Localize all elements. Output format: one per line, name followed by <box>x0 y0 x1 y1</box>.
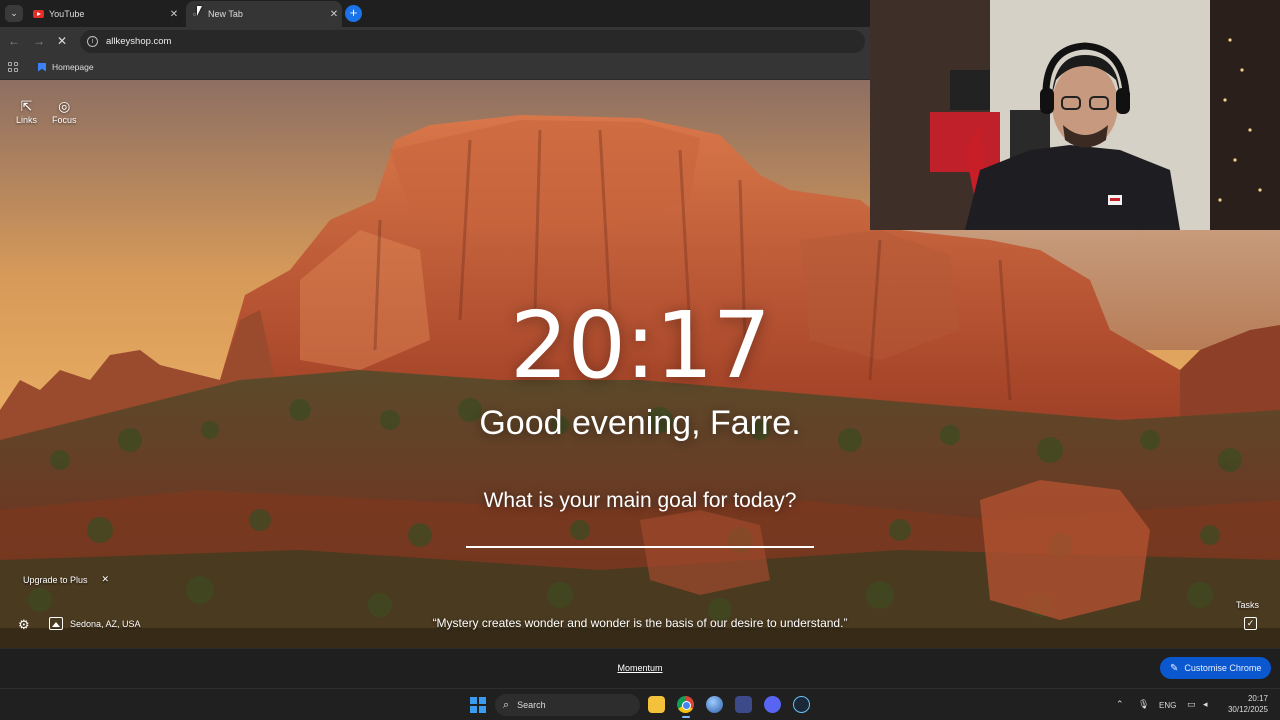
new-tab-footer: Momentum ✎ Customise Chrome <box>0 648 1280 688</box>
stop-loading-button[interactable]: ✕ <box>57 34 67 48</box>
tab-label: YouTube <box>49 9 85 19</box>
focus-button[interactable]: ◎ Focus <box>52 98 77 125</box>
extension-attribution-link[interactable]: Momentum <box>590 663 690 673</box>
microphone-icon[interactable]: 🎙 <box>1138 699 1149 710</box>
browser-toolbar: ← → ✕ i allkeyshop.com <box>0 27 870 56</box>
customise-label: Customise Chrome <box>1184 663 1262 673</box>
external-link-icon: ⇱ <box>20 98 33 114</box>
search-label: Search <box>517 700 546 710</box>
tab-youtube[interactable]: YouTube ✕ <box>26 1 182 27</box>
back-button[interactable]: ← <box>8 34 20 48</box>
tab-new-tab[interactable]: ▫ New Tab ✕ <box>186 1 342 27</box>
apps-grid-icon[interactable] <box>8 62 18 72</box>
tasks-checkbox-icon[interactable]: ✓ <box>1244 617 1257 630</box>
bookmark-label: Homepage <box>52 62 94 72</box>
url-text[interactable]: allkeyshop.com <box>106 36 171 47</box>
close-icon[interactable]: ✕ <box>166 9 182 20</box>
upgrade-label[interactable]: Upgrade to Plus <box>23 575 88 585</box>
forward-button[interactable]: → <box>33 34 45 48</box>
browser-icon[interactable] <box>706 696 723 713</box>
main-goal-prompt: What is your main goal for today? <box>483 489 797 512</box>
photo-location[interactable]: Sedona, AZ, USA <box>70 619 141 629</box>
links-label: Links <box>16 115 38 125</box>
taskbar-search[interactable]: ⌕ Search <box>495 694 640 716</box>
new-tab-button[interactable]: + <box>345 5 362 22</box>
screen: ⌄ YouTube ✕ ▫ New Tab ✕ + ← → ✕ i allkey… <box>0 0 1280 720</box>
customise-chrome-button[interactable]: ✎ Customise Chrome <box>1160 657 1272 679</box>
pencil-icon: ✎ <box>1170 662 1179 674</box>
discord-icon[interactable] <box>764 696 781 713</box>
focus-label: Focus <box>52 115 77 125</box>
chrome-icon[interactable] <box>677 696 694 713</box>
taskbar: ⌕ Search ⌃ 🎙 ENG ▭ ◂ 20:17 30/12/2025 <box>0 688 1280 720</box>
close-icon[interactable]: ✕ <box>102 574 110 585</box>
bookmark-homepage[interactable]: Homepage <box>38 62 94 72</box>
show-hidden-icons-icon[interactable]: ⌃ <box>1116 699 1124 710</box>
steam-icon[interactable] <box>793 696 810 713</box>
greeting: Good evening, Farre. <box>479 404 801 442</box>
active-app-indicator <box>682 716 690 718</box>
tasks-label[interactable]: Tasks <box>1236 600 1259 610</box>
clock-time: 20:17 <box>1247 694 1268 703</box>
webcam-overlay <box>870 0 1280 230</box>
site-info-icon[interactable]: i <box>87 36 98 47</box>
tab-search-button[interactable]: ⌄ <box>5 5 23 22</box>
upgrade-banner[interactable]: Upgrade to Plus ✕ <box>23 574 109 585</box>
main-goal-input[interactable] <box>466 520 814 548</box>
close-icon[interactable]: ✕ <box>326 9 342 20</box>
app-tile-icon[interactable] <box>735 696 752 713</box>
chevron-down-icon: ⌄ <box>10 8 18 18</box>
links-button[interactable]: ⇱ Links <box>16 98 37 125</box>
mouse-cursor <box>197 6 202 16</box>
plus-icon: + <box>349 5 358 20</box>
bookmark-icon <box>38 62 46 72</box>
tab-label: New Tab <box>208 9 243 19</box>
daily-quote: “Mystery creates wonder and wonder is th… <box>432 616 848 630</box>
tab-strip: ⌄ YouTube ✕ ▫ New Tab ✕ + <box>0 0 870 27</box>
search-icon: ⌕ <box>503 698 510 711</box>
clock-date: 30/12/2025 <box>1227 705 1268 714</box>
windows-start-icon[interactable] <box>470 697 486 713</box>
language-indicator[interactable]: ENG <box>1159 701 1176 710</box>
network-icon[interactable]: ▭ <box>1187 699 1196 710</box>
volume-icon[interactable]: ◂ <box>1203 699 1208 710</box>
settings-sliders-icon[interactable]: ⚙ <box>18 617 30 633</box>
system-clock[interactable]: 20:17 30/12/2025 <box>1226 693 1268 715</box>
photo-icon[interactable] <box>49 617 63 630</box>
clock: 20:17 <box>509 292 771 399</box>
youtube-icon <box>33 10 44 18</box>
file-explorer-icon[interactable] <box>648 696 665 713</box>
focus-icon: ◎ <box>58 98 71 114</box>
bookmarks-bar: Homepage <box>0 56 870 80</box>
address-bar[interactable]: i allkeyshop.com <box>80 30 865 53</box>
